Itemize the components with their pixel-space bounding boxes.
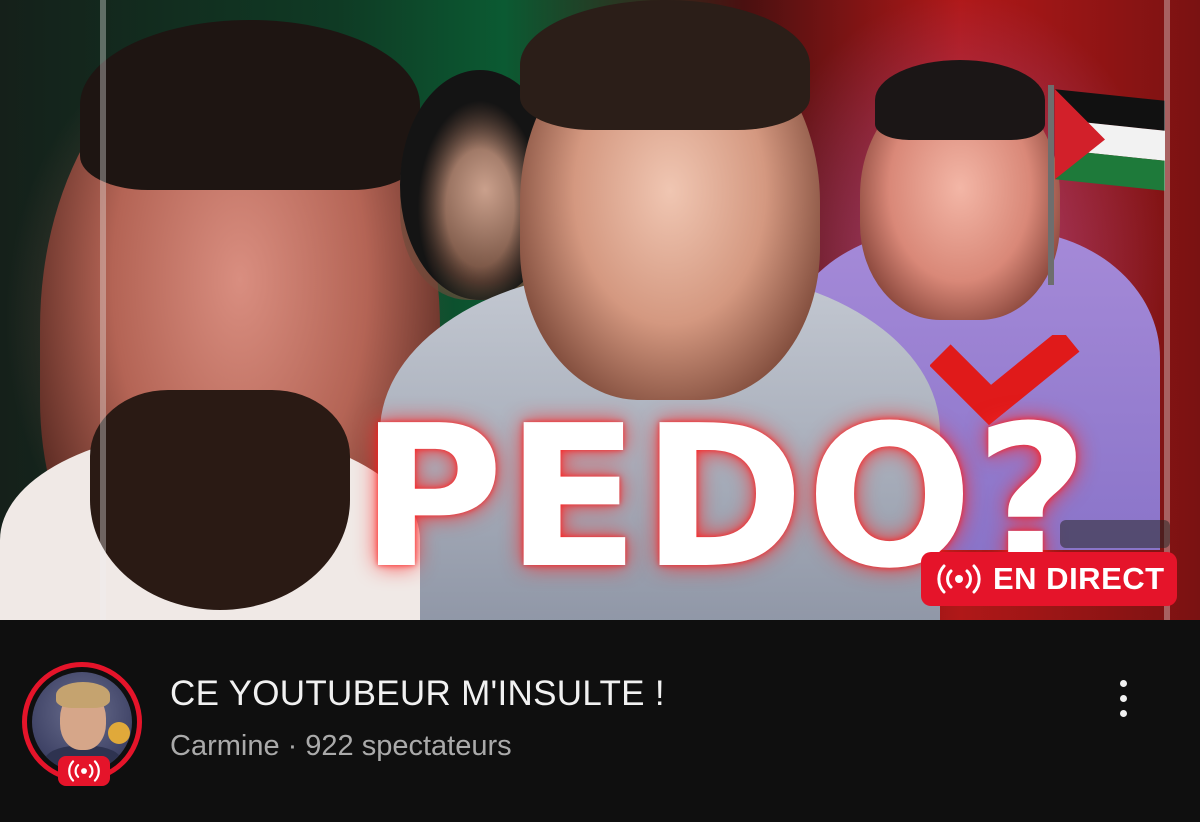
video-meta: CE YOUTUBEUR M'INSULTE ! Carmine · 922 spe…: [0, 620, 1200, 822]
viewer-count: 922 spectateurs: [305, 730, 512, 762]
more-options-button[interactable]: [1098, 670, 1148, 726]
broadcast-icon: [68, 760, 100, 782]
video-title[interactable]: CE YOUTUBEUR M'INSULTE !: [170, 674, 665, 714]
more-vertical-icon-dot: [1119, 709, 1127, 717]
channel-avatar-button[interactable]: [22, 662, 146, 802]
avatar-live-badge: [58, 756, 110, 786]
video-thumbnail[interactable]: PEDO? EN DIRECT: [0, 0, 1200, 620]
more-vertical-icon: [1119, 679, 1127, 687]
video-subtitle: Carmine · 922 spectateurs: [170, 730, 512, 763]
avatar-hair: [56, 682, 110, 708]
duration-overlay: [1060, 520, 1170, 548]
more-vertical-icon-dot: [1119, 694, 1127, 702]
avatar-coin: [108, 722, 130, 744]
channel-name[interactable]: Carmine: [170, 730, 280, 762]
thumbnail-headline-word: PEDO: [360, 384, 975, 612]
live-badge: EN DIRECT: [921, 552, 1177, 606]
video-card[interactable]: PEDO? EN DIRECT CE YOUTUBEUR M'INSULTE !…: [0, 0, 1200, 822]
meta-separator: ·: [287, 730, 298, 762]
live-badge-label: EN DIRECT: [993, 561, 1165, 596]
broadcast-icon: [937, 564, 981, 594]
